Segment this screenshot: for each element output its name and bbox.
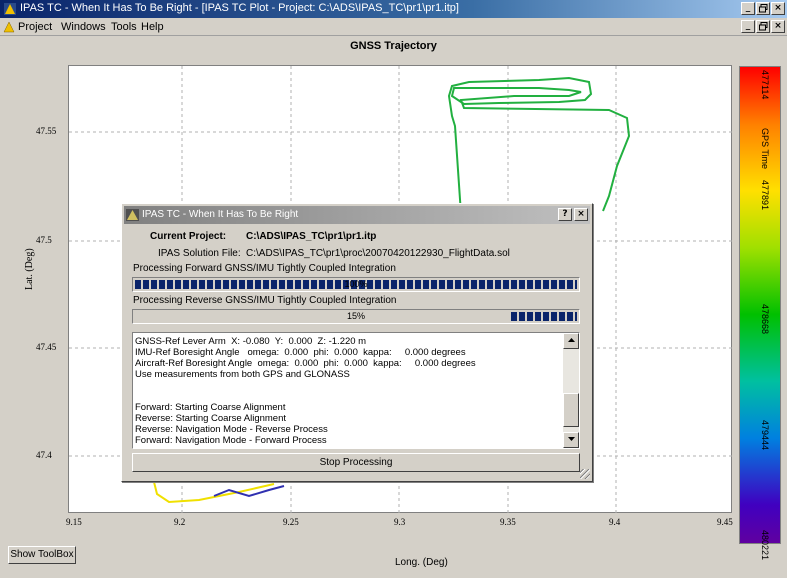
x-tick-label: 9.35 [500,517,516,527]
resize-grip-icon[interactable] [580,469,590,479]
log-line: IMU-Ref Boresight Angle omega: 0.000 phi… [135,347,466,358]
log-line: GNSS-Ref Lever Arm X: -0.080 Y: 0.000 Z:… [135,336,367,347]
stop-processing-button[interactable]: Stop Processing [132,453,580,472]
x-tick-label: 9.4 [609,517,621,527]
scroll-down-button[interactable] [563,432,579,448]
scroll-thumb[interactable] [563,393,579,427]
triangle-down-icon [567,437,575,441]
log-line: Reverse: Starting Coarse Alignment [135,413,287,424]
reverse-progress-bar: 15% [132,309,580,324]
reverse-progress-text: 15% [346,311,365,321]
x-tick-label: 9.45 [717,517,733,527]
y-tick-label: 47.45 [36,342,57,352]
close-button[interactable]: × [771,2,785,15]
menu-tools[interactable]: Tools [111,21,137,33]
y-tick-label: 47.4 [36,450,52,460]
colorbar-title: GPS Time [760,128,770,170]
colorbar-tick-label: 477114 [760,70,770,100]
mdi-minimize-button[interactable]: _ [741,20,755,33]
processing-dialog: IPAS TC - When It Has To Be Right ? × Cu… [121,203,593,482]
log-line: Aircraft-Ref Boresight Angle omega: 0.00… [135,358,476,369]
menu-bar: Project Windows Tools Help _ × [0,18,787,36]
x-axis-label: Long. (Deg) [395,557,448,568]
app-logo-icon [4,3,16,15]
main-title-bar: IPAS TC - When It Has To Be Right - [IPA… [0,0,787,18]
maximize-button[interactable] [756,2,770,15]
colorbar-tick-label: 479444 [760,420,770,451]
mdi-close-button[interactable]: × [771,20,785,33]
log-scrollbar[interactable] [563,333,579,448]
dialog-title-bar[interactable]: IPAS TC - When It Has To Be Right ? × [124,206,590,224]
restore-icon [758,22,767,31]
minimize-button[interactable]: _ [741,2,755,15]
solution-file-label: IPAS Solution File: [158,248,241,259]
forward-process-label: Processing Forward GNSS/IMU Tightly Coup… [133,263,396,274]
solution-file-value: C:\ADS\IPAS_TC\pr1\proc\20070420122930_F… [246,248,510,259]
colorbar-tick-label: 477891 [760,180,770,211]
document-icon[interactable] [3,21,15,33]
menu-project[interactable]: Project [18,21,52,33]
log-line: Forward: Navigation Mode - Forward Proce… [135,435,327,446]
triangle-up-icon [567,338,575,342]
processing-log[interactable]: GNSS-Ref Lever Arm X: 0.000 Y: 0.000 Z: … [132,332,580,449]
window-title: IPAS TC - When It Has To Be Right - [IPA… [20,2,459,14]
trajectory-yellow-path [153,481,275,504]
y-tick-label: 47.55 [36,126,57,136]
current-project-value: C:\ADS\IPAS_TC\pr1\pr1.itp [246,231,377,242]
reverse-process-label: Processing Reverse GNSS/IMU Tightly Coup… [133,295,397,306]
colorbar-tick-label: 480221 [760,530,770,561]
x-tick-label: 9.25 [283,517,299,527]
dialog-title: IPAS TC - When It Has To Be Right [142,209,299,220]
forward-progress-text: 100% [344,279,368,289]
scroll-up-button[interactable] [563,333,579,349]
forward-progress-bar: 100% [132,277,580,292]
menu-windows[interactable]: Windows [61,21,106,33]
mdi-restore-button[interactable] [756,20,770,33]
colorbar-tick-label: 478668 [760,304,770,335]
log-line: Forward: Starting Coarse Alignment [135,402,286,413]
y-axis-label: Lat. (Deg) [24,248,35,290]
app-logo-icon [126,209,139,221]
current-project-label: Current Project: [150,231,227,242]
trajectory-green-path [447,76,631,215]
x-tick-label: 9.15 [66,517,82,527]
x-tick-label: 9.2 [174,517,186,527]
menu-help[interactable]: Help [141,21,164,33]
plot-title: GNSS Trajectory [350,40,437,52]
dialog-close-button[interactable]: × [574,208,588,221]
restore-icon [758,4,767,13]
show-toolbox-button[interactable]: Show ToolBox [8,546,76,564]
log-line: Use measurements from both GPS and GLONA… [135,369,350,380]
y-tick-label: 47.5 [36,235,52,245]
log-lines: GNSS-Ref Lever Arm X: 0.000 Y: 0.000 Z: … [135,333,561,446]
x-tick-label: 9.3 [394,517,406,527]
log-line: Reverse: Navigation Mode - Reverse Proce… [135,424,328,435]
dialog-help-button[interactable]: ? [558,208,572,221]
